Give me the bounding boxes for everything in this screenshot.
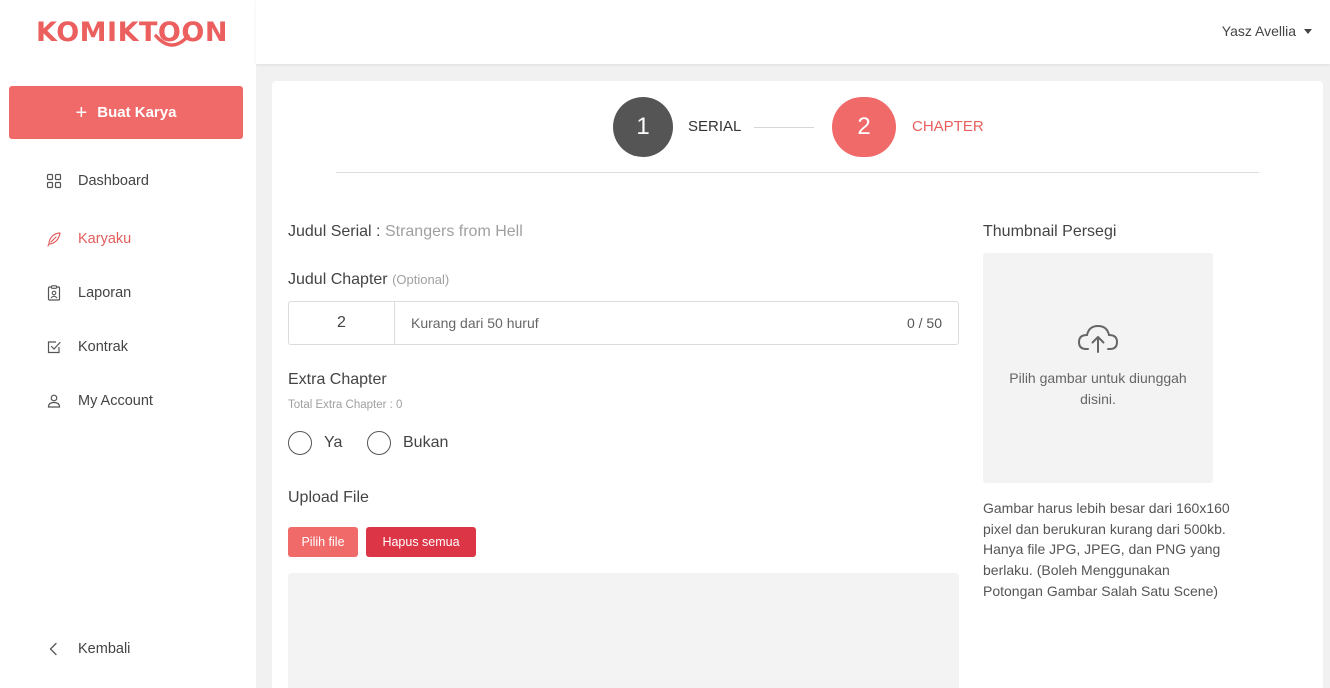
sidebar-item-label: Karyaku	[78, 231, 132, 247]
sidebar: KOMIKTOON + Buat Karya Dashboard Karyaku…	[0, 0, 256, 688]
chapter-number-field[interactable]: 2	[289, 302, 395, 344]
radio-circle[interactable]	[367, 431, 391, 455]
step-1-circle: 1	[613, 97, 673, 157]
pick-file-button[interactable]: Pilih file	[288, 527, 358, 557]
thumbnail-requirements: Gambar harus lebih besar dari 160x160 pi…	[983, 500, 1230, 599]
clear-all-button[interactable]: Hapus semua	[366, 527, 476, 557]
sidebar-item-my-account[interactable]: My Account	[46, 393, 153, 409]
brand-name: KOMIKTOON	[36, 17, 228, 48]
plus-icon: +	[75, 101, 88, 124]
upload-file-heading: Upload File	[288, 489, 369, 506]
extra-chapter-total: Total Extra Chapter : 0	[288, 399, 403, 411]
char-counter: 0 / 50	[906, 315, 942, 331]
chapter-title-placeholder: Kurang dari 50 huruf	[411, 315, 539, 331]
back-label: Kembali	[78, 641, 131, 657]
chapter-title-input[interactable]: Kurang dari 50 huruf 0 / 50	[395, 302, 958, 344]
extra-chapter-heading: Extra Chapter	[288, 371, 387, 388]
step-connector	[754, 127, 814, 128]
stepper-divider	[336, 172, 1259, 173]
caret-down-icon	[1304, 28, 1312, 34]
chapter-title-heading: Judul Chapter (Optional)	[288, 271, 449, 289]
chapter-form-card: 1 SERIAL 2 CHAPTER Judul Serial : Strang…	[272, 81, 1323, 688]
thumbnail-upload-box[interactable]: Pilih gambar untuk diunggah disini.	[983, 253, 1213, 483]
back-link[interactable]: Kembali	[46, 641, 130, 657]
series-title-value: Strangers from Hell	[384, 223, 523, 240]
optional-tag: (Optional)	[392, 272, 450, 287]
user-name: Yasz Avellia	[1221, 23, 1296, 39]
create-work-button[interactable]: + Buat Karya	[9, 86, 243, 139]
user-icon	[47, 394, 61, 408]
chapter-title-label: Judul Chapter	[288, 271, 388, 288]
sidebar-item-label: Dashboard	[78, 173, 149, 189]
sidebar-item-laporan[interactable]: Laporan	[46, 285, 131, 301]
chevron-left-icon	[49, 642, 57, 656]
step-number: 2	[857, 113, 871, 140]
step-2-circle: 2	[832, 97, 896, 157]
chapter-title-input-group: 2 Kurang dari 50 huruf 0 / 50	[288, 301, 959, 345]
thumbnail-placeholder: Pilih gambar untuk diunggah disini.	[1009, 370, 1187, 407]
radio-label: Ya	[324, 434, 343, 451]
radio-option-bukan[interactable]: Bukan	[367, 431, 448, 455]
top-bar: Yasz Avellia	[256, 0, 1330, 64]
radio-label: Bukan	[403, 434, 449, 451]
user-menu[interactable]: Yasz Avellia	[1222, 23, 1312, 39]
series-title-row: Judul Serial : Strangers from Hell	[288, 223, 523, 241]
brand-logo[interactable]: KOMIKTOON	[36, 18, 228, 48]
chapter-number-value: 2	[337, 314, 346, 331]
report-icon	[47, 285, 61, 301]
step-number: 1	[636, 113, 650, 140]
sidebar-item-kontrak[interactable]: Kontrak	[46, 339, 128, 355]
create-work-label: Buat Karya	[97, 104, 177, 121]
file-dropzone[interactable]	[288, 573, 959, 688]
sidebar-item-label: Laporan	[78, 285, 132, 301]
series-title-label: Judul Serial :	[288, 223, 381, 240]
sidebar-item-label: My Account	[78, 393, 153, 409]
smile-icon	[154, 34, 190, 47]
checkbox-icon	[47, 341, 61, 354]
grid-icon	[46, 173, 62, 189]
step-2-label: CHAPTER	[912, 118, 984, 135]
radio-option-ya[interactable]: Ya	[288, 431, 342, 455]
sidebar-item-karyaku[interactable]: Karyaku	[46, 231, 131, 247]
sidebar-item-dashboard[interactable]: Dashboard	[46, 173, 149, 189]
feather-icon	[47, 232, 61, 247]
cloud-upload-icon	[1077, 324, 1119, 353]
thumbnail-heading: Thumbnail Persegi	[983, 223, 1117, 240]
radio-circle[interactable]	[288, 431, 312, 455]
sidebar-item-label: Kontrak	[78, 339, 128, 355]
step-1-label: SERIAL	[688, 118, 742, 135]
